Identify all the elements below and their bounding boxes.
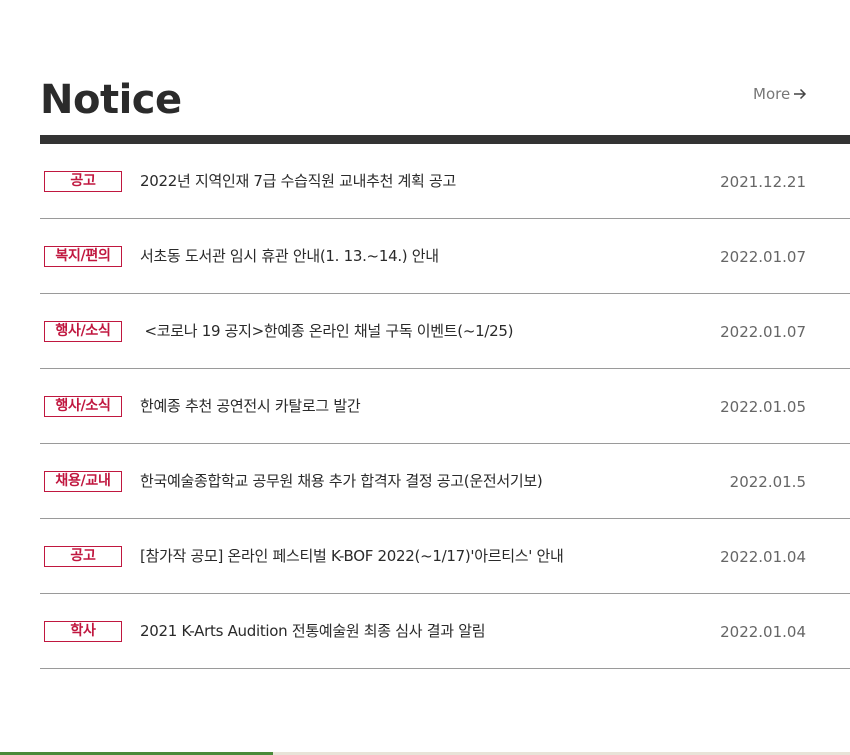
- notice-date: 2021.12.21: [720, 173, 806, 191]
- page-title: Notice: [40, 77, 182, 123]
- notice-row[interactable]: 행사/소식 한예종 추천 공연전시 카탈로그 발간 2022.01.05: [40, 369, 850, 444]
- header-divider: [40, 135, 850, 144]
- notice-row[interactable]: 공고 2022년 지역인재 7급 수습직원 교내추천 계획 공고 2021.12…: [40, 144, 850, 219]
- category-badge: 행사/소식: [44, 321, 122, 342]
- notice-row[interactable]: 복지/편의 서초동 도서관 임시 휴관 안내(1. 13.~14.) 안내 20…: [40, 219, 850, 294]
- notice-date: 2022.01.04: [720, 623, 806, 641]
- notice-title[interactable]: <코로나 19 공지>한예종 온라인 채널 구독 이벤트(~1/25): [140, 320, 513, 342]
- notice-title[interactable]: 한예종 추천 공연전시 카탈로그 발간: [140, 395, 361, 417]
- notice-date: 2022.01.07: [720, 248, 806, 266]
- notice-date: 2022.01.05: [720, 398, 806, 416]
- notice-title[interactable]: 2021 K-Arts Audition 전통예술원 최종 심사 결과 알림: [140, 620, 486, 642]
- category-badge: 채용/교내: [44, 471, 122, 492]
- notice-title[interactable]: 서초동 도서관 임시 휴관 안내(1. 13.~14.) 안내: [140, 245, 439, 267]
- notice-title[interactable]: [참가작 공모] 온라인 페스티벌 K-BOF 2022(~1/17)'아르티스…: [140, 545, 564, 567]
- notice-row[interactable]: 학사 2021 K-Arts Audition 전통예술원 최종 심사 결과 알…: [40, 594, 850, 669]
- category-badge: 행사/소식: [44, 396, 122, 417]
- notice-row[interactable]: 행사/소식 <코로나 19 공지>한예종 온라인 채널 구독 이벤트(~1/25…: [40, 294, 850, 369]
- category-badge: 공고: [44, 546, 122, 567]
- notice-date: 2022.01.5: [729, 473, 806, 491]
- notice-title[interactable]: 2022년 지역인재 7급 수습직원 교내추천 계획 공고: [140, 170, 456, 192]
- arrow-right-icon: [794, 88, 807, 100]
- category-badge: 복지/편의: [44, 246, 122, 267]
- more-link[interactable]: More: [753, 85, 807, 103]
- notice-date: 2022.01.04: [720, 548, 806, 566]
- notice-row[interactable]: 채용/교내 한국예술종합학교 공무원 채용 추가 합격자 결정 공고(운전서기보…: [40, 444, 850, 519]
- notice-row[interactable]: 공고 [참가작 공모] 온라인 페스티벌 K-BOF 2022(~1/17)'아…: [40, 519, 850, 594]
- category-badge: 학사: [44, 621, 122, 642]
- notice-date: 2022.01.07: [720, 323, 806, 341]
- notice-title[interactable]: 한국예술종합학교 공무원 채용 추가 합격자 결정 공고(운전서기보): [140, 470, 543, 492]
- category-badge: 공고: [44, 171, 122, 192]
- more-label: More: [753, 85, 791, 103]
- notice-list: 공고 2022년 지역인재 7급 수습직원 교내추천 계획 공고 2021.12…: [40, 144, 850, 669]
